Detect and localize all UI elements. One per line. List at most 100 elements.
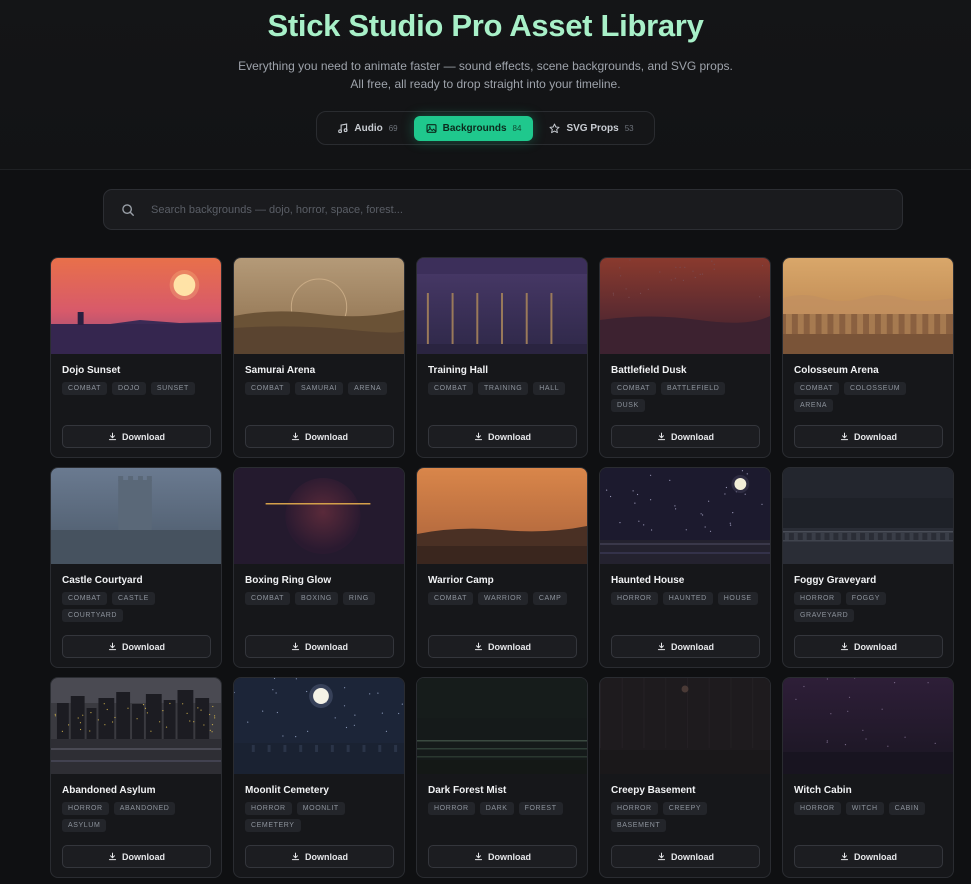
card-title: Colosseum Arena (794, 365, 879, 376)
background-card[interactable]: Dojo Sunset COMBAT DOJO SUNSET Download (50, 257, 222, 458)
tag-chip[interactable]: CABIN (888, 802, 926, 815)
tag-chip[interactable]: CREEPY (662, 802, 708, 815)
background-thumbnail[interactable] (783, 258, 953, 354)
background-thumbnail[interactable] (51, 258, 221, 354)
tag-chip[interactable]: WITCH (845, 802, 884, 815)
tag-chip[interactable]: CASTLE (112, 592, 155, 605)
background-thumbnail[interactable] (417, 678, 587, 774)
tag-chip[interactable]: ASYLUM (62, 819, 107, 832)
tag-chip[interactable]: COMBAT (62, 592, 108, 605)
download-button[interactable]: Download (62, 635, 211, 658)
download-button[interactable]: Download (428, 425, 577, 448)
tag-chip[interactable]: HORROR (611, 802, 658, 815)
background-card[interactable]: Creepy Basement HORROR CREEPY BASEMENT Dow… (599, 677, 771, 878)
tag-chip[interactable]: TRAINING (478, 382, 529, 395)
download-button[interactable]: Download (245, 425, 394, 448)
background-card[interactable]: Dark Forest Mist HORROR DARK FOREST Downlo… (416, 677, 588, 878)
tab-svg-props[interactable]: SVG Props 53 (537, 116, 645, 141)
background-thumbnail[interactable] (234, 678, 404, 774)
tag-chip[interactable]: DUSK (611, 399, 645, 412)
tag-chip[interactable]: CEMETERY (245, 819, 301, 832)
tag-chip[interactable]: HORROR (794, 592, 841, 605)
download-icon (108, 432, 117, 441)
background-card[interactable]: Boxing Ring Glow COMBAT BOXING RING Downlo… (233, 467, 405, 668)
tag-chip[interactable]: DOJO (112, 382, 146, 395)
background-card[interactable]: Moonlit Cemetery HORROR MOONLIT CEMETERY D… (233, 677, 405, 878)
tag-chip[interactable]: COMBAT (428, 382, 474, 395)
tag-chip[interactable]: ARENA (794, 399, 834, 412)
tab-audio[interactable]: Audio 69 (325, 116, 409, 141)
tag-chip[interactable]: CAMP (532, 592, 568, 605)
tag-chip[interactable]: MOONLIT (296, 802, 345, 815)
tab-backgrounds[interactable]: Backgrounds 84 (413, 115, 534, 141)
background-card[interactable]: Warrior Camp COMBAT WARRIOR CAMP Download (416, 467, 588, 668)
tag-chip[interactable]: HORROR (611, 592, 658, 605)
background-thumbnail[interactable] (51, 468, 221, 564)
tag-chip[interactable]: COMBAT (428, 592, 474, 605)
tag-chip[interactable]: WARRIOR (478, 592, 528, 605)
background-thumbnail[interactable] (417, 468, 587, 564)
background-thumbnail[interactable] (600, 678, 770, 774)
background-thumbnail[interactable] (234, 468, 404, 564)
background-card[interactable]: Witch Cabin HORROR WITCH CABIN Download (782, 677, 954, 878)
background-card[interactable]: Foggy Graveyard HORROR FOGGY GRAVEYARD Dow… (782, 467, 954, 668)
tag-chip[interactable]: COMBAT (62, 382, 108, 395)
tag-chip[interactable]: HORROR (428, 802, 475, 815)
tag-chip[interactable]: DARK (479, 802, 514, 815)
background-thumbnail[interactable] (600, 468, 770, 564)
tag-chip[interactable]: COMBAT (794, 382, 840, 395)
download-button[interactable]: Download (245, 845, 394, 868)
background-card[interactable]: Battlefield Dusk COMBAT BATTLEFIELD DUSK D… (599, 257, 771, 458)
download-label: Download (488, 641, 531, 652)
tag-chip[interactable]: GRAVEYARD (794, 609, 855, 622)
card-title: Foggy Graveyard (794, 575, 877, 586)
tag-chip[interactable]: HALL (533, 382, 566, 395)
download-label: Download (854, 851, 897, 862)
tag-chip[interactable]: BATTLEFIELD (661, 382, 726, 395)
background-card[interactable]: Abandoned Asylum HORROR ABANDONED ASYLUM D… (50, 677, 222, 878)
background-thumbnail[interactable] (51, 678, 221, 774)
tag-chip[interactable]: FOREST (518, 802, 563, 815)
background-card[interactable]: Castle Courtyard COMBAT CASTLE COURTYARD D… (50, 467, 222, 668)
download-button[interactable]: Download (611, 845, 760, 868)
search-input[interactable] (151, 203, 851, 216)
download-button[interactable]: Download (611, 425, 760, 448)
background-card[interactable]: Haunted House HORROR HAUNTED HOUSE Downloa… (599, 467, 771, 668)
tag-chip[interactable]: SAMURAI (295, 382, 344, 395)
background-thumbnail[interactable] (417, 258, 587, 354)
tag-chip[interactable]: BOXING (295, 592, 338, 605)
background-card[interactable]: Colosseum Arena COMBAT COLOSSEUM ARENA Dow… (782, 257, 954, 458)
download-button[interactable]: Download (62, 425, 211, 448)
tag-chip[interactable]: ARENA (348, 382, 388, 395)
background-thumbnail[interactable] (783, 468, 953, 564)
tag-chip[interactable]: FOGGY (845, 592, 886, 605)
tag-chip[interactable]: HOUSE (717, 592, 758, 605)
tag-chip[interactable]: COMBAT (611, 382, 657, 395)
tag-chip[interactable]: RING (342, 592, 375, 605)
download-button[interactable]: Download (794, 425, 943, 448)
tag-chip[interactable]: HORROR (794, 802, 841, 815)
download-button[interactable]: Download (428, 635, 577, 658)
download-button[interactable]: Download (794, 635, 943, 658)
tag-chip[interactable]: HAUNTED (662, 592, 713, 605)
download-button[interactable]: Download (245, 635, 394, 658)
tag-chip[interactable]: ABANDONED (113, 802, 176, 815)
background-thumbnail[interactable] (234, 258, 404, 354)
tag-chip[interactable]: SUNSET (150, 382, 195, 395)
tag-chip[interactable]: BASEMENT (611, 819, 667, 832)
tag-chip[interactable]: HORROR (62, 802, 109, 815)
tag-chip[interactable]: COLOSSEUM (844, 382, 907, 395)
scene-preview (600, 468, 770, 564)
background-card[interactable]: Training Hall COMBAT TRAINING HALL Downloa… (416, 257, 588, 458)
tag-chip[interactable]: COMBAT (245, 592, 291, 605)
background-thumbnail[interactable] (783, 678, 953, 774)
download-button[interactable]: Download (62, 845, 211, 868)
download-button[interactable]: Download (794, 845, 943, 868)
tag-chip[interactable]: COMBAT (245, 382, 291, 395)
download-button[interactable]: Download (428, 845, 577, 868)
background-card[interactable]: Samurai Arena COMBAT SAMURAI ARENA Downloa… (233, 257, 405, 458)
background-thumbnail[interactable] (600, 258, 770, 354)
download-button[interactable]: Download (611, 635, 760, 658)
tag-chip[interactable]: COURTYARD (62, 609, 124, 622)
tag-chip[interactable]: HORROR (245, 802, 292, 815)
